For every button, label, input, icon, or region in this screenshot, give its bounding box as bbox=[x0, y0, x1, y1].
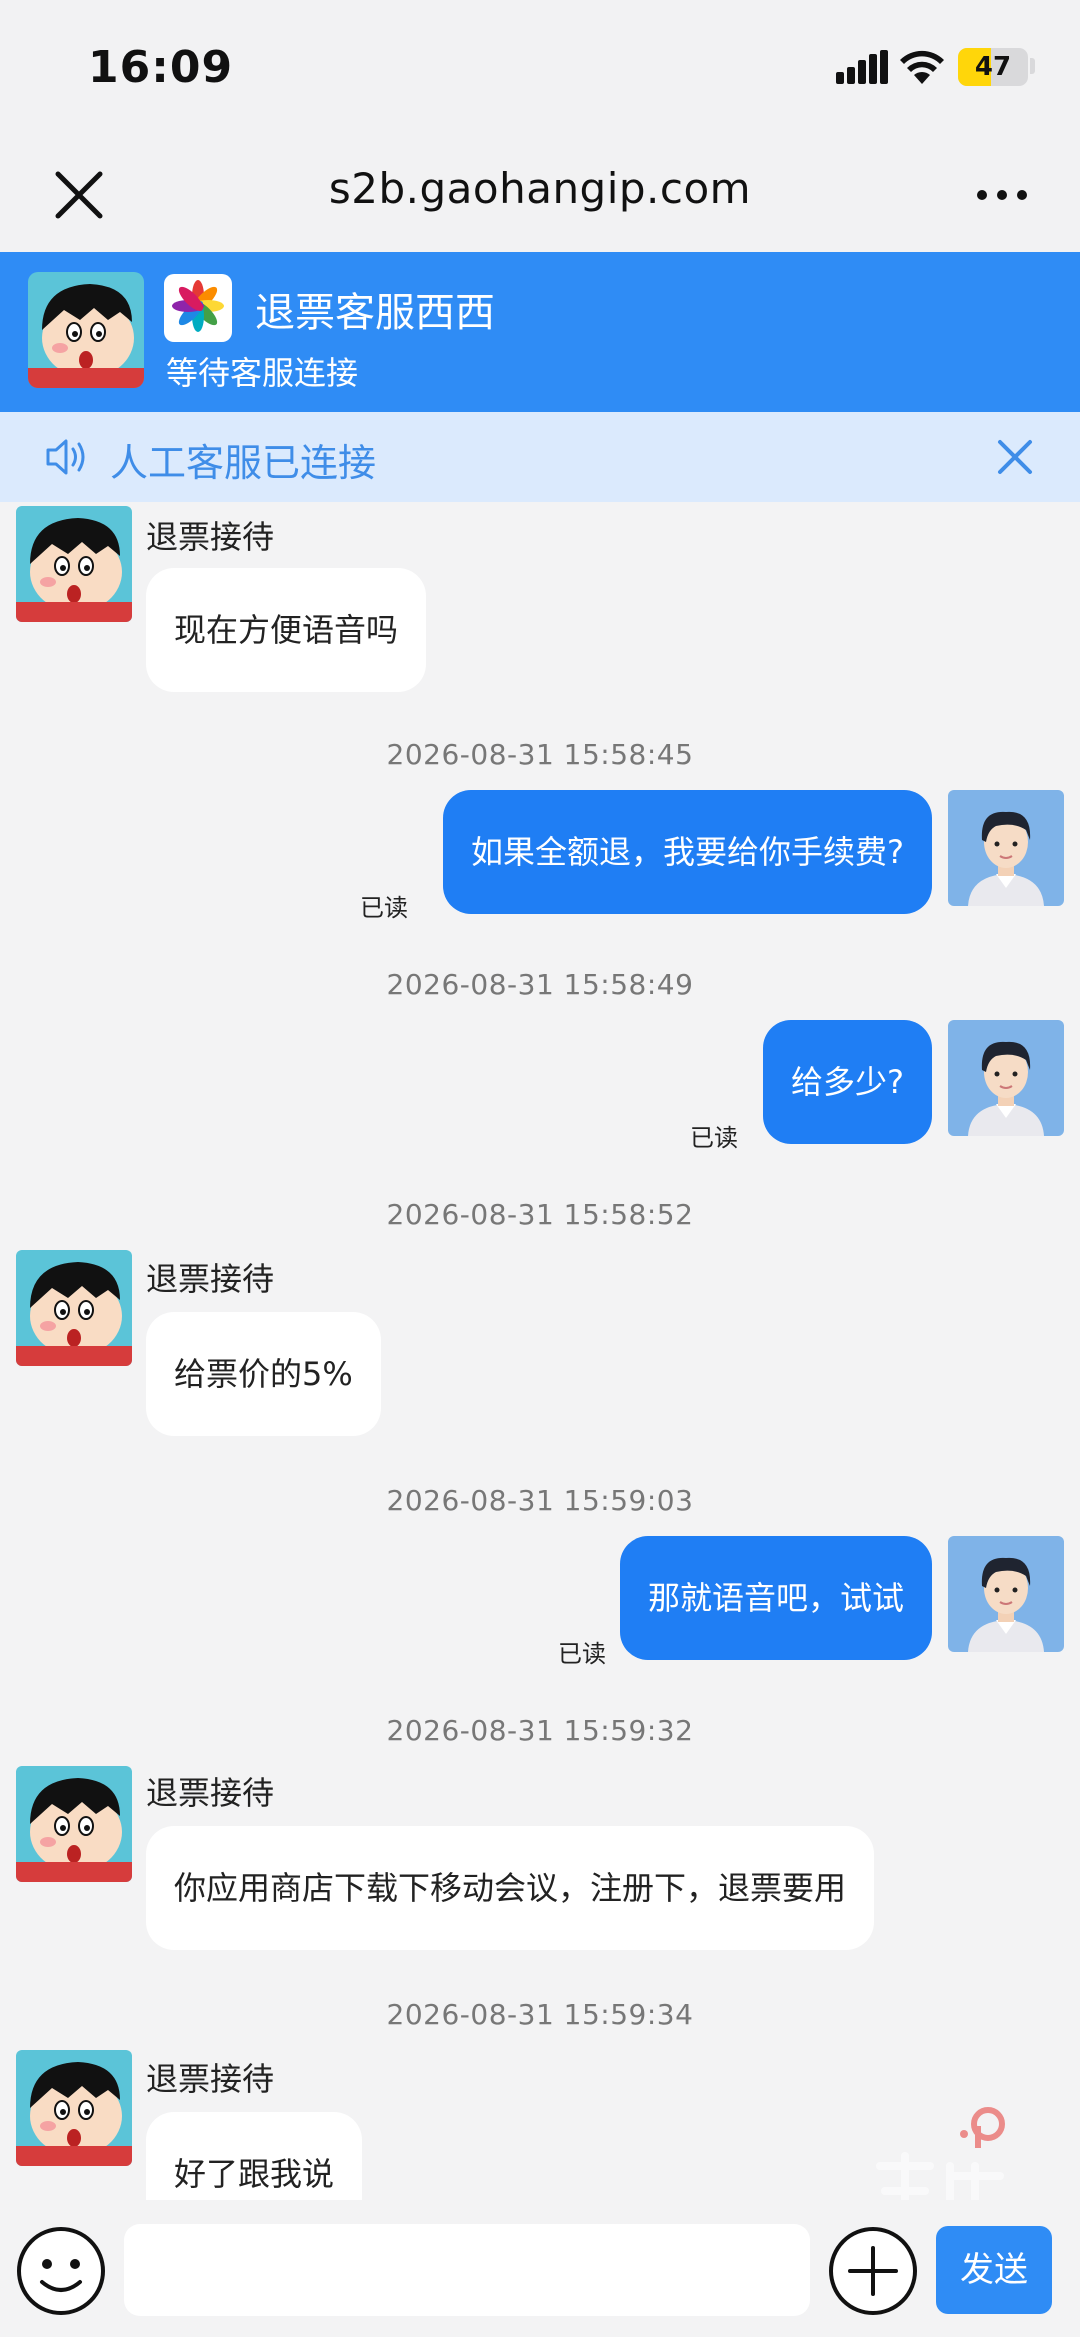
user-avatar[interactable] bbox=[948, 1536, 1064, 1652]
user-avatar[interactable] bbox=[948, 1020, 1064, 1136]
user-avatar[interactable] bbox=[948, 790, 1064, 906]
browser-bar: s2b.gaohangip.com bbox=[0, 140, 1080, 252]
app-logo bbox=[164, 274, 232, 342]
wifi-icon bbox=[900, 50, 944, 84]
sender-name: 退票接待 bbox=[146, 518, 275, 556]
message-input[interactable] bbox=[124, 2224, 810, 2316]
message-bubble-incoming[interactable]: 现在方便语音吗 bbox=[146, 568, 427, 692]
chat-subtitle: 等待客服连接 bbox=[166, 354, 359, 392]
message-bubble-outgoing[interactable]: 如果全额退，我要给你手续费? bbox=[443, 790, 932, 914]
agent-avatar[interactable] bbox=[16, 1766, 132, 1882]
message-bubble-incoming[interactable]: 好了跟我说 bbox=[146, 2112, 363, 2200]
cellular-signal-icon bbox=[836, 50, 888, 84]
agent-avatar[interactable] bbox=[16, 1250, 132, 1366]
sender-name: 退票接待 bbox=[146, 1260, 275, 1298]
read-receipt: 已读 bbox=[558, 1640, 606, 1668]
sender-name: 退票接待 bbox=[146, 2060, 275, 2098]
cartoon-avatar-icon bbox=[16, 1250, 132, 1366]
input-bar: 发送 bbox=[0, 2200, 1080, 2337]
agent-avatar[interactable] bbox=[16, 506, 132, 622]
battery-tip bbox=[1030, 58, 1035, 74]
message-list[interactable]: 退票接待 现在方便语音吗 2026-08-31 15:58:45 如果全额退，我… bbox=[0, 502, 1080, 2200]
close-notice-icon[interactable] bbox=[994, 436, 1036, 478]
speaker-icon bbox=[46, 439, 85, 475]
cartoon-avatar-icon bbox=[16, 506, 132, 622]
person-avatar-icon bbox=[948, 1536, 1064, 1652]
message-timestamp: 2026-08-31 15:58:52 bbox=[386, 1198, 694, 1231]
sender-name: 退票接待 bbox=[146, 1774, 275, 1812]
agent-avatar[interactable] bbox=[28, 272, 144, 388]
battery-level: 47 bbox=[974, 52, 1012, 82]
more-options-icon[interactable] bbox=[972, 170, 1032, 220]
read-receipt: 已读 bbox=[690, 1124, 738, 1152]
flower-logo-icon bbox=[172, 280, 224, 332]
notice-text: 人工客服已连接 bbox=[110, 441, 377, 485]
person-avatar-icon bbox=[948, 1020, 1064, 1136]
agent-avatar[interactable] bbox=[16, 2050, 132, 2166]
send-button[interactable]: 发送 bbox=[936, 2226, 1052, 2314]
chat-header: 退票客服西西 等待客服连接 bbox=[0, 252, 1080, 412]
status-time: 16:09 bbox=[88, 42, 234, 93]
message-bubble-incoming[interactable]: 给票价的5% bbox=[146, 1312, 381, 1436]
page-url: s2b.gaohangip.com bbox=[328, 164, 752, 213]
message-bubble-incoming[interactable]: 你应用商店下载下移动会议，注册下，退票要用 bbox=[146, 1826, 875, 1950]
cartoon-avatar-icon bbox=[16, 2050, 132, 2166]
chat-title: 退票客服西西 bbox=[255, 290, 495, 336]
message-timestamp: 2026-08-31 15:59:32 bbox=[386, 1714, 694, 1747]
message-timestamp: 2026-08-31 15:58:49 bbox=[386, 968, 694, 1001]
person-avatar-icon bbox=[948, 790, 1064, 906]
message-timestamp: 2026-08-31 15:59:03 bbox=[386, 1484, 694, 1517]
cartoon-avatar-icon bbox=[28, 272, 144, 388]
battery-icon: 47 bbox=[958, 48, 1028, 86]
read-receipt: 已读 bbox=[360, 894, 408, 922]
message-bubble-outgoing[interactable]: 那就语音吧，试试 bbox=[619, 1536, 932, 1660]
message-bubble-outgoing[interactable]: 给多少? bbox=[763, 1020, 932, 1144]
cartoon-avatar-icon bbox=[16, 1766, 132, 1882]
plus-icon[interactable] bbox=[826, 2224, 920, 2318]
emoji-icon[interactable] bbox=[14, 2224, 108, 2318]
status-bar: 16:09 47 bbox=[0, 0, 1080, 140]
message-timestamp: 2026-08-31 15:58:45 bbox=[386, 738, 694, 771]
notice-bar: 人工客服已连接 bbox=[0, 412, 1080, 502]
message-timestamp: 2026-08-31 15:59:34 bbox=[386, 1998, 694, 2031]
